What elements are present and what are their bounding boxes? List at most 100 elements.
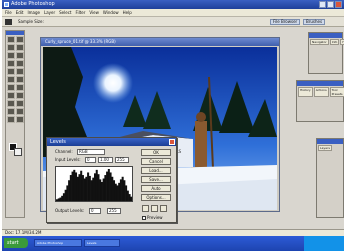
histogram-bar <box>106 171 109 201</box>
menu-item-edit[interactable]: Edit <box>16 9 24 16</box>
layers-tab-layers[interactable]: Layers <box>318 145 332 151</box>
tool-button-icon[interactable] <box>7 76 15 83</box>
tool-button-icon[interactable] <box>16 108 24 115</box>
minimize-button[interactable] <box>319 1 326 8</box>
histogram-bar <box>111 176 114 201</box>
tool-button-icon[interactable] <box>16 116 24 123</box>
tool-grid <box>6 35 24 124</box>
tool-button-icon[interactable] <box>7 116 15 123</box>
histogram-bar <box>80 170 83 201</box>
tool-button-icon[interactable] <box>7 68 15 75</box>
tool-button-icon[interactable] <box>7 92 15 99</box>
tool-button-icon[interactable] <box>16 84 24 91</box>
window-controls <box>319 1 342 8</box>
white-point-eyedropper-icon[interactable] <box>160 205 167 212</box>
histogram-bar <box>92 177 95 201</box>
menu-item-file[interactable]: File <box>5 9 12 16</box>
ok-button[interactable]: OK <box>141 149 171 156</box>
output-white-field[interactable]: 255 <box>107 208 121 214</box>
taskbar-item-photoshop[interactable]: Adobe Photoshop <box>34 239 82 247</box>
brushes-tab[interactable]: Brushes <box>303 19 326 25</box>
tool-button-icon[interactable] <box>16 68 24 75</box>
histogram-bar <box>113 180 116 201</box>
output-black-field[interactable]: 0 <box>89 208 101 214</box>
toolbox <box>5 30 25 218</box>
histogram-bar <box>66 185 69 201</box>
menu-item-layer[interactable]: Layer <box>44 9 55 16</box>
histogram-bar <box>56 199 59 201</box>
histogram-bar <box>69 175 72 201</box>
histogram-bar <box>62 193 65 201</box>
tool-button-icon[interactable] <box>16 52 24 59</box>
history-tab-tool-presets[interactable]: Tool Presets <box>329 87 344 97</box>
maximize-button[interactable] <box>327 1 334 8</box>
tool-button-icon[interactable] <box>7 100 15 107</box>
navigator-tab-histogram[interactable]: Histogram <box>340 39 344 45</box>
taskbar: start Adobe Photoshop Levels <box>2 236 344 251</box>
histogram-bar <box>100 181 103 201</box>
tool-button-icon[interactable] <box>7 60 15 67</box>
histogram-bar <box>88 175 91 201</box>
histogram-bar <box>118 182 121 201</box>
image-window-title[interactable]: Curly_spruce_01.tif @ 33.3% (RGB) <box>41 38 279 46</box>
tool-button-icon[interactable] <box>7 108 15 115</box>
tool-button-icon[interactable] <box>16 60 24 67</box>
input-levels-label: Input Levels: <box>55 157 81 162</box>
black-point-eyedropper-icon[interactable] <box>142 205 149 212</box>
input-gamma-field[interactable]: 1.00 <box>98 157 113 163</box>
history-tab-actions[interactable]: Actions <box>313 87 329 97</box>
levels-title: Levels <box>50 139 66 145</box>
gray-point-eyedropper-icon[interactable] <box>151 205 158 212</box>
menu-item-help[interactable]: Help <box>123 9 132 16</box>
tool-button-icon[interactable] <box>7 44 15 51</box>
file-browser-tab[interactable]: File Browser <box>270 19 301 25</box>
histogram-bar <box>125 185 128 201</box>
eyedropper-tool-icon[interactable] <box>5 19 12 25</box>
taskbar-item-levels[interactable]: Levels <box>84 239 120 247</box>
histogram-bar <box>126 190 129 201</box>
save-button[interactable]: Save... <box>141 176 171 183</box>
tool-button-icon[interactable] <box>16 44 24 51</box>
menu-bar: File Edit Image Layer Select Filter View Window… <box>2 9 344 17</box>
tool-button-icon[interactable] <box>16 36 24 43</box>
channel-select[interactable]: RGB <box>77 149 105 155</box>
channel-label: Channel: <box>55 149 73 154</box>
system-tray <box>304 236 344 251</box>
output-levels-label: Output Levels: <box>55 208 85 213</box>
navigator-tab-info[interactable]: Info <box>329 39 340 45</box>
input-black-field[interactable]: 0 <box>85 157 96 163</box>
close-button[interactable] <box>335 1 342 8</box>
levels-close-button[interactable] <box>169 139 175 145</box>
tool-button-icon[interactable] <box>7 84 15 91</box>
input-white-field[interactable]: 255 <box>115 157 129 163</box>
tool-button-icon[interactable] <box>16 100 24 107</box>
tool-button-icon[interactable] <box>16 92 24 99</box>
tool-button-icon[interactable] <box>7 52 15 59</box>
cancel-button[interactable]: Cancel <box>141 158 171 165</box>
histogram-bar <box>94 173 97 201</box>
tool-button-icon[interactable] <box>7 36 15 43</box>
background-color-swatch[interactable] <box>14 148 22 156</box>
histogram-plot <box>56 169 133 201</box>
history-tab-history[interactable]: History <box>298 87 313 97</box>
auto-button[interactable]: Auto <box>141 185 171 192</box>
levels-title-bar[interactable]: Levels <box>47 138 176 146</box>
menu-item-window[interactable]: Window <box>103 9 119 16</box>
histogram-bar <box>85 176 88 201</box>
options-button[interactable]: Options... <box>141 194 171 201</box>
histogram-bar <box>61 195 64 201</box>
menu-item-select[interactable]: Select <box>59 9 71 16</box>
menu-item-view[interactable]: View <box>89 9 99 16</box>
preview-checkbox[interactable]: Preview <box>142 215 163 220</box>
navigator-tab-navigator[interactable]: Navigator <box>310 39 329 45</box>
preview-checkbox-box[interactable] <box>142 215 146 220</box>
layers-tabs: Layers <box>317 144 343 152</box>
histogram-bar <box>75 172 78 201</box>
start-button[interactable]: start <box>4 238 28 248</box>
histogram-bar <box>81 175 84 201</box>
menu-item-filter[interactable]: Filter <box>75 9 85 16</box>
tool-button-icon[interactable] <box>16 76 24 83</box>
load-button[interactable]: Load... <box>141 167 171 174</box>
menu-item-image[interactable]: Image <box>27 9 40 16</box>
status-text: Doc: 17.1M/34.2M <box>5 230 42 235</box>
